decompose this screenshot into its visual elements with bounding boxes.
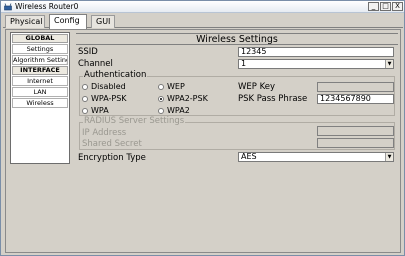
wep-key-input [317, 82, 394, 92]
page-title: Wireless Settings [76, 33, 398, 45]
nav-item-settings[interactable]: Settings [12, 44, 68, 54]
window-title: Wireless Router0 [15, 2, 79, 11]
radio-wpa2-label: WPA2 [167, 106, 190, 115]
ip-address-input [317, 126, 394, 136]
nav-section-interface[interactable]: INTERFACE [12, 66, 68, 75]
encryption-type-select[interactable]: AES ▼ [238, 152, 394, 162]
radio-wpa-psk-label: WPA-PSK [91, 94, 127, 103]
channel-value: 1 [241, 59, 247, 68]
encryption-type-value: AES [241, 152, 257, 161]
radio-disabled-label: Disabled [91, 82, 126, 91]
title-bar[interactable]: Wireless Router0 _ □ X [1, 1, 404, 13]
wireless-settings-panel: Wireless Settings SSID 12345 Channel 1 ▼… [76, 32, 398, 253]
config-nav: GLOBAL Settings Algorithm Settings INTER… [10, 32, 70, 164]
shared-secret-label: Shared Secret [82, 139, 142, 149]
channel-select[interactable]: 1 ▼ [238, 59, 394, 69]
router-window: Wireless Router0 _ □ X Physical Config G… [0, 0, 405, 256]
ssid-input[interactable]: 12345 [238, 47, 394, 57]
nav-item-lan[interactable]: LAN [12, 87, 68, 97]
close-button[interactable]: X [392, 2, 403, 11]
radio-wpa2-psk-icon[interactable] [158, 96, 164, 102]
psk-pass-phrase-input[interactable]: 1234567890 [317, 94, 394, 104]
authentication-title: Authentication [83, 70, 148, 80]
radio-wpa-psk-icon[interactable] [82, 96, 88, 102]
encryption-type-label: Encryption Type [78, 153, 146, 163]
tab-config[interactable]: Config [49, 14, 87, 29]
nav-item-algorithm-settings[interactable]: Algorithm Settings [12, 55, 68, 65]
tab-bar: Physical Config GUI [3, 14, 403, 29]
tab-gui[interactable]: GUI [91, 15, 115, 28]
radio-wpa2[interactable]: WPA2 [158, 107, 190, 115]
shared-secret-input [317, 138, 394, 148]
radio-wep-icon[interactable] [158, 84, 164, 90]
minimize-button[interactable]: _ [368, 2, 379, 11]
radio-wep-label: WEP [167, 82, 185, 91]
radio-disabled[interactable]: Disabled [82, 83, 126, 91]
nav-item-internet[interactable]: Internet [12, 76, 68, 86]
wep-key-label: WEP Key [238, 82, 276, 92]
radio-wep[interactable]: WEP [158, 83, 185, 91]
radio-wpa-psk[interactable]: WPA-PSK [82, 95, 127, 103]
config-panel: GLOBAL Settings Algorithm Settings INTER… [5, 29, 401, 253]
router-app-icon [4, 3, 12, 11]
radio-wpa-icon[interactable] [82, 108, 88, 114]
radio-wpa2-psk[interactable]: WPA2-PSK [158, 95, 208, 103]
nav-section-global[interactable]: GLOBAL [12, 34, 68, 43]
radio-wpa[interactable]: WPA [82, 107, 109, 115]
radio-disabled-icon[interactable] [82, 84, 88, 90]
psk-pass-phrase-label: PSK Pass Phrase [238, 94, 308, 104]
chevron-down-icon[interactable]: ▼ [385, 153, 393, 161]
maximize-button[interactable]: □ [380, 2, 391, 11]
radio-wpa2-icon[interactable] [158, 108, 164, 114]
radius-server-title: RADIUS Server Settings [83, 116, 186, 126]
radio-wpa-label: WPA [91, 106, 109, 115]
channel-label: Channel [78, 59, 113, 69]
radio-wpa2-psk-label: WPA2-PSK [167, 94, 208, 103]
chevron-down-icon[interactable]: ▼ [385, 60, 393, 68]
ip-address-label: IP Address [82, 128, 127, 138]
nav-item-wireless[interactable]: Wireless [12, 98, 68, 108]
tab-physical[interactable]: Physical [5, 15, 45, 28]
ssid-label: SSID [78, 47, 98, 57]
